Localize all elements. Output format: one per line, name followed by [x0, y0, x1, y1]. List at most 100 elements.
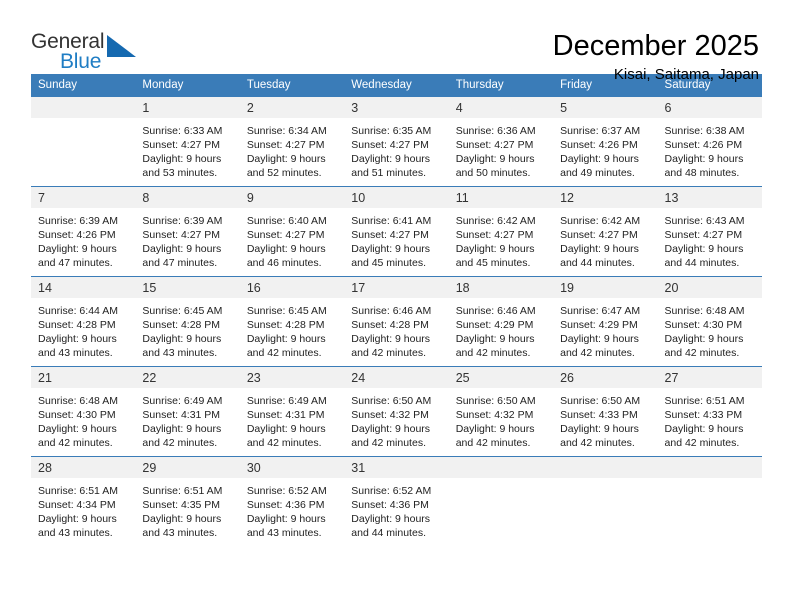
calendar-day-cell[interactable]: 9 Sunrise: 6:40 AM Sunset: 4:27 PM Daylight… — [239, 186, 345, 277]
day-sun-info: Sunrise: 6:37 AM Sunset: 4:26 PM Daylight:… — [553, 118, 657, 180]
sunrise-text: Sunrise: 6:46 AM — [455, 305, 536, 317]
daylight-text: Daylight: 9 hours — [351, 333, 431, 346]
sunset-text: Sunset: 4:27 PM — [142, 139, 221, 152]
sunrise-text: Sunrise: 6:39 AM — [142, 215, 223, 227]
calendar-day-cell[interactable]: 11 Sunrise: 6:42 AM Sunset: 4:27 PM Dayligh… — [448, 186, 554, 277]
sunrise-text: Sunrise: 6:48 AM — [38, 395, 118, 407]
calendar-day-cell[interactable]: 31 Sunrise: 6:52 AM Sunset: 4:36 PM Dayligh… — [344, 456, 449, 547]
sunrise-text: Sunrise: 6:47 AM — [560, 305, 641, 317]
daylight-text: and 43 minutes. — [246, 527, 322, 540]
sunset-text: Sunset: 4:32 PM — [455, 409, 534, 422]
sunset-text: Sunset: 4:26 PM — [664, 139, 743, 152]
calendar-day-cell[interactable]: 24 Sunrise: 6:50 AM Sunset: 4:32 PM Dayligh… — [344, 366, 449, 457]
daylight-text: Daylight: 9 hours — [664, 333, 744, 346]
sunset-text: Sunset: 4:28 PM — [246, 319, 325, 332]
calendar-day-cell[interactable]: 30 Sunrise: 6:52 AM Sunset: 4:36 PM Dayligh… — [239, 456, 345, 547]
sunset-text: Sunset: 4:27 PM — [351, 139, 429, 152]
day-sun-info: Sunrise: 6:42 AM Sunset: 4:27 PM Daylight:… — [449, 208, 553, 270]
daylight-text: Daylight: 9 hours — [38, 243, 117, 256]
calendar-day-cell[interactable]: 26 Sunrise: 6:50 AM Sunset: 4:33 PM Dayligh… — [553, 366, 658, 457]
calendar-day-cell[interactable]: 16 Sunrise: 6:45 AM Sunset: 4:28 PM Dayligh… — [239, 276, 345, 367]
day-sun-info: Sunrise: 6:52 AM Sunset: 4:36 PM Daylight:… — [240, 478, 344, 540]
sunrise-text: Sunrise: 6:35 AM — [351, 125, 432, 137]
calendar-day-cell[interactable]: 8 Sunrise: 6:39 AM Sunset: 4:27 PM Daylight… — [135, 186, 240, 277]
sunset-text: Sunset: 4:28 PM — [351, 319, 429, 332]
page-header: General Blue December 2025 Kisai, Saitam… — [0, 0, 792, 83]
calendar-day-cell[interactable]: 1 Sunrise: 6:33 AM Sunset: 4:27 PM Daylight… — [135, 96, 240, 187]
daylight-text: Daylight: 9 hours — [38, 333, 117, 346]
sunrise-text: Sunrise: 6:42 AM — [455, 215, 536, 227]
daylight-text: and 46 minutes. — [246, 257, 322, 270]
day-sun-info: Sunrise: 6:43 AM Sunset: 4:27 PM Daylight:… — [658, 208, 762, 270]
day-sun-info: Sunrise: 6:39 AM Sunset: 4:27 PM Daylight:… — [135, 208, 239, 270]
calendar-day-cell[interactable]: 5 Sunrise: 6:37 AM Sunset: 4:26 PM Daylight… — [553, 96, 658, 187]
daylight-text: and 43 minutes. — [142, 527, 218, 540]
calendar-day-cell[interactable]: 4 Sunrise: 6:36 AM Sunset: 4:27 PM Daylight… — [448, 96, 554, 187]
calendar-day-cell[interactable]: 14 Sunrise: 6:44 AM Sunset: 4:28 PM Dayligh… — [31, 276, 136, 367]
daylight-text: and 42 minutes. — [664, 437, 740, 450]
calendar-day-cell[interactable]: 27 Sunrise: 6:51 AM Sunset: 4:33 PM Dayligh… — [657, 366, 762, 457]
calendar-day-cell[interactable]: 12 Sunrise: 6:42 AM Sunset: 4:27 PM Dayligh… — [553, 186, 658, 277]
calendar-day-cell[interactable]: 7 Sunrise: 6:39 AM Sunset: 4:26 PM Daylight… — [31, 186, 136, 277]
daylight-text: and 42 minutes. — [142, 437, 218, 450]
daylight-text: Daylight: 9 hours — [351, 153, 431, 166]
daylight-text: Daylight: 9 hours — [560, 243, 639, 256]
calendar-day-cell[interactable]: 17 Sunrise: 6:46 AM Sunset: 4:28 PM Dayligh… — [344, 276, 449, 367]
sunset-text: Sunset: 4:36 PM — [351, 499, 429, 512]
calendar-day-cell[interactable]: 6 Sunrise: 6:38 AM Sunset: 4:26 PM Daylight… — [657, 96, 762, 187]
day-sun-info: Sunrise: 6:42 AM Sunset: 4:27 PM Daylight:… — [553, 208, 657, 270]
daylight-text: Daylight: 9 hours — [246, 423, 326, 436]
calendar-day-cell[interactable]: 13 Sunrise: 6:43 AM Sunset: 4:27 PM Dayligh… — [657, 186, 762, 277]
daylight-text: Daylight: 9 hours — [38, 423, 117, 436]
day-sun-info: Sunrise: 6:46 AM Sunset: 4:29 PM Daylight:… — [449, 298, 553, 360]
day-sun-info: Sunrise: 6:44 AM Sunset: 4:28 PM Daylight:… — [31, 298, 135, 360]
calendar-page: General Blue December 2025 Kisai, Saitam… — [0, 0, 792, 612]
day-sun-info: Sunrise: 6:49 AM Sunset: 4:31 PM Daylight:… — [240, 388, 344, 450]
calendar-day-cell[interactable]: 22 Sunrise: 6:49 AM Sunset: 4:31 PM Dayligh… — [135, 366, 240, 457]
calendar-day-cell[interactable]: 20 Sunrise: 6:48 AM Sunset: 4:30 PM Dayligh… — [657, 276, 762, 367]
calendar-day-cell[interactable]: 29 Sunrise: 6:51 AM Sunset: 4:35 PM Dayligh… — [135, 456, 240, 547]
sunset-text: Sunset: 4:26 PM — [560, 139, 638, 152]
day-number: 16 — [239, 277, 345, 298]
day-sun-info: Sunrise: 6:47 AM Sunset: 4:29 PM Daylight:… — [553, 298, 657, 360]
sunrise-text: Sunrise: 6:41 AM — [351, 215, 432, 227]
sunset-text: Sunset: 4:27 PM — [246, 139, 325, 152]
sunrise-text: Sunrise: 6:51 AM — [664, 395, 745, 407]
calendar-day-cell[interactable]: 19 Sunrise: 6:47 AM Sunset: 4:29 PM Dayligh… — [553, 276, 658, 367]
sunset-text: Sunset: 4:27 PM — [455, 229, 534, 242]
day-number: 31 — [344, 457, 449, 478]
sunrise-text: Sunrise: 6:36 AM — [455, 125, 536, 137]
calendar-day-cell[interactable]: 28 Sunrise: 6:51 AM Sunset: 4:34 PM Dayligh… — [31, 456, 136, 547]
day-number: 4 — [448, 97, 554, 118]
triangle-icon — [107, 35, 136, 57]
daylight-text: Daylight: 9 hours — [142, 513, 222, 526]
generalblue-logo[interactable]: General Blue — [31, 30, 151, 78]
day-sun-info: Sunrise: 6:45 AM Sunset: 4:28 PM Daylight:… — [135, 298, 239, 360]
calendar-cell-empty — [657, 456, 762, 547]
sunrise-text: Sunrise: 6:49 AM — [142, 395, 223, 407]
daylight-text: Daylight: 9 hours — [560, 153, 639, 166]
sunset-text: Sunset: 4:29 PM — [455, 319, 534, 332]
calendar-day-cell[interactable]: 10 Sunrise: 6:41 AM Sunset: 4:27 PM Dayligh… — [344, 186, 449, 277]
daylight-text: Daylight: 9 hours — [246, 243, 326, 256]
day-number: 11 — [448, 187, 554, 208]
daylight-text: and 44 minutes. — [351, 527, 426, 540]
daylight-text: and 48 minutes. — [664, 167, 740, 180]
calendar-day-cell[interactable]: 2 Sunrise: 6:34 AM Sunset: 4:27 PM Daylight… — [239, 96, 345, 187]
daylight-text: Daylight: 9 hours — [142, 423, 222, 436]
calendar-day-cell[interactable]: 15 Sunrise: 6:45 AM Sunset: 4:28 PM Dayligh… — [135, 276, 240, 367]
calendar-day-cell[interactable]: 18 Sunrise: 6:46 AM Sunset: 4:29 PM Dayligh… — [448, 276, 554, 367]
calendar-day-cell[interactable]: 21 Sunrise: 6:48 AM Sunset: 4:30 PM Dayligh… — [31, 366, 136, 457]
calendar-day-cell[interactable]: 23 Sunrise: 6:49 AM Sunset: 4:31 PM Dayligh… — [239, 366, 345, 457]
day-number: 29 — [135, 457, 240, 478]
calendar-day-cell[interactable]: 3 Sunrise: 6:35 AM Sunset: 4:27 PM Daylight… — [344, 96, 449, 187]
daylight-text: and 45 minutes. — [455, 257, 531, 270]
sunrise-text: Sunrise: 6:42 AM — [560, 215, 641, 227]
sunset-text: Sunset: 4:27 PM — [664, 229, 743, 242]
day-sun-info: Sunrise: 6:50 AM Sunset: 4:32 PM Daylight:… — [344, 388, 448, 450]
daylight-text: and 50 minutes. — [455, 167, 531, 180]
daylight-text: Daylight: 9 hours — [351, 243, 431, 256]
sunrise-text: Sunrise: 6:50 AM — [560, 395, 641, 407]
day-number: 23 — [239, 367, 345, 388]
calendar-day-cell[interactable]: 25 Sunrise: 6:50 AM Sunset: 4:32 PM Dayligh… — [448, 366, 554, 457]
